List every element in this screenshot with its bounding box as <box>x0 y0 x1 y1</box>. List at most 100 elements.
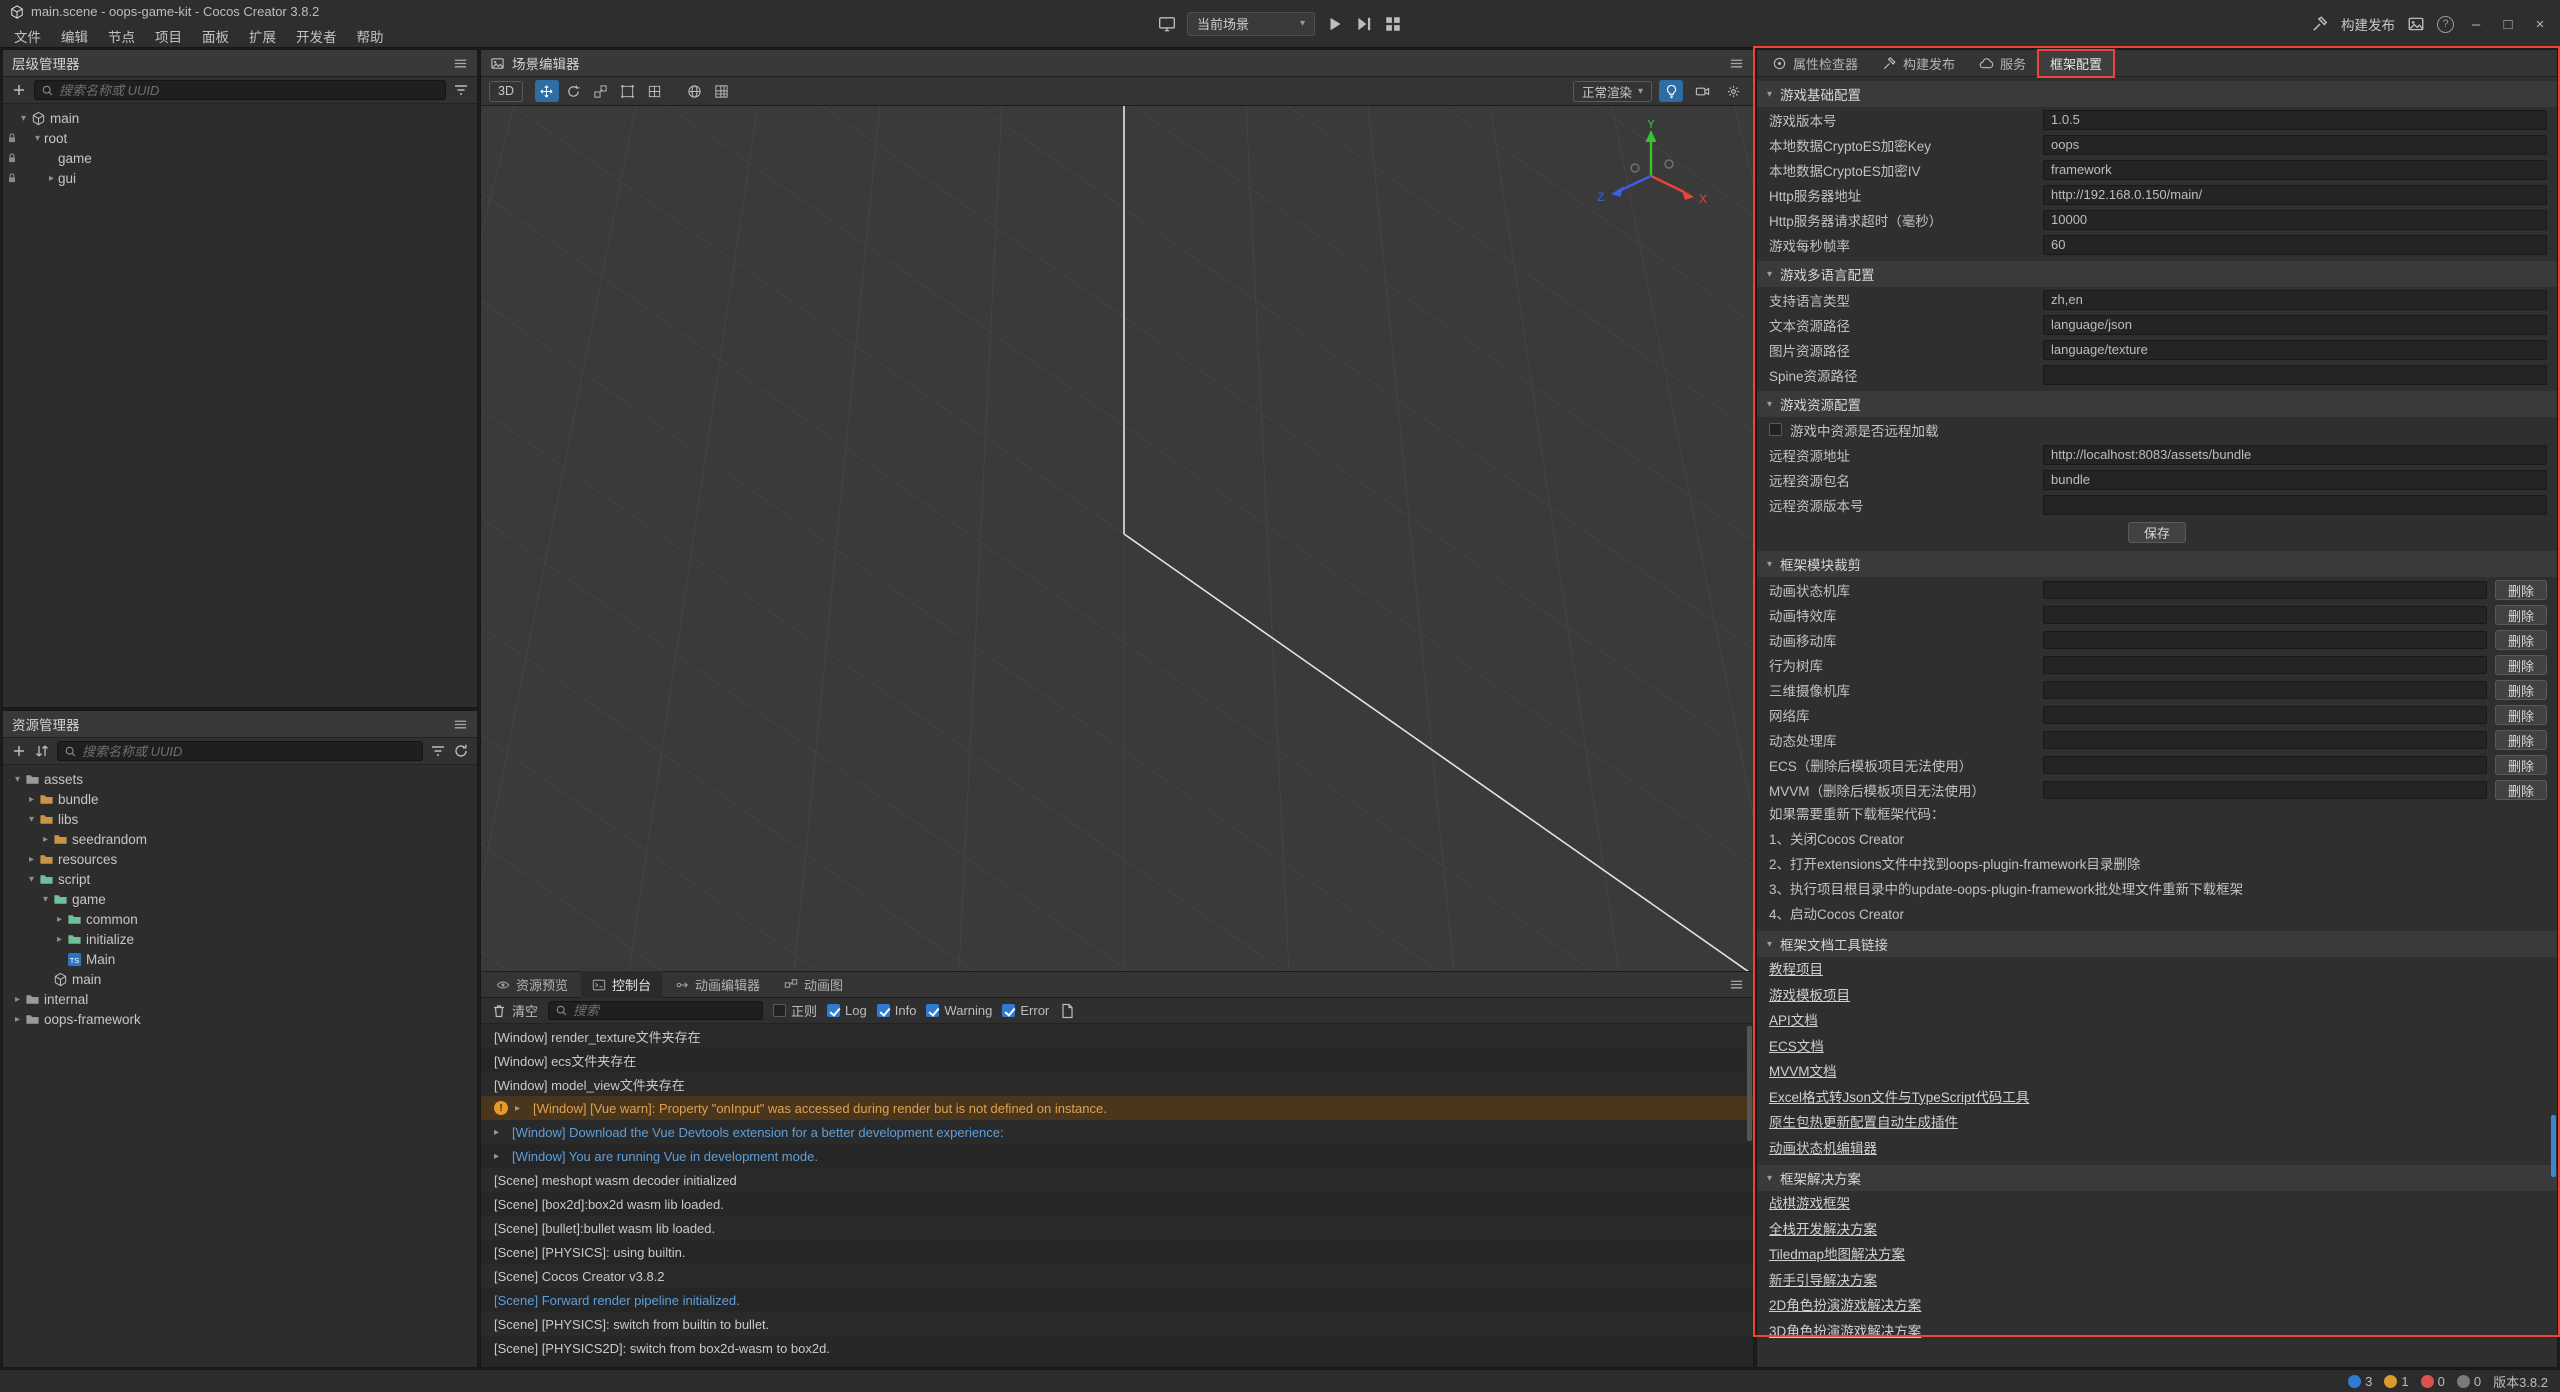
field-input-图片资源路径[interactable] <box>2043 340 2547 360</box>
menu-编辑[interactable]: 编辑 <box>51 26 98 46</box>
world-button[interactable] <box>683 80 707 102</box>
log-row[interactable]: [Scene] [PHYSICS]: switch from builtin t… <box>481 1312 1753 1336</box>
console-tab-资源预览[interactable]: 资源预览 <box>485 971 579 998</box>
log-row[interactable]: ▸[Window] Download the Vue Devtools exte… <box>481 1120 1753 1144</box>
tree-item-libs[interactable]: ▾libs <box>3 809 477 829</box>
clear-console-button[interactable]: 清空 <box>491 1001 538 1020</box>
log-row[interactable]: [Scene] [bullet]:bullet wasm lib loaded. <box>481 1216 1753 1240</box>
delete-button[interactable]: 删除 <box>2495 605 2547 625</box>
menu-帮助[interactable]: 帮助 <box>347 26 394 46</box>
menu-开发者[interactable]: 开发者 <box>286 26 347 46</box>
filter-Info[interactable]: Info <box>877 1003 917 1018</box>
log-row[interactable]: [Window] model_view文件夹存在 <box>481 1072 1753 1096</box>
refresh-icon[interactable] <box>453 743 469 759</box>
doc-link-游戏模板项目[interactable]: 游戏模板项目 <box>1757 983 2557 1009</box>
help-icon[interactable]: ? <box>2437 16 2454 33</box>
chevron-right-icon[interactable]: ▸ <box>11 1014 24 1025</box>
solution-link-战棋游戏框架[interactable]: 战棋游戏框架 <box>1757 1191 2557 1217</box>
render-mode-dropdown[interactable]: 正常渲染 ▾ <box>1573 81 1652 102</box>
tree-item-gui[interactable]: ▸gui <box>3 168 477 188</box>
menu-文件[interactable]: 文件 <box>4 26 51 46</box>
step-button[interactable] <box>1355 15 1373 33</box>
doc-link-原生包热更新配置自动生成插件[interactable]: 原生包热更新配置自动生成插件 <box>1757 1110 2557 1136</box>
chevron-right-icon[interactable]: ▸ <box>494 1127 505 1138</box>
chevron-right-icon[interactable]: ▸ <box>25 794 38 805</box>
chevron-down-icon[interactable]: ▾ <box>25 814 38 825</box>
log-row[interactable]: [Scene] Forward render pipeline initiali… <box>481 1288 1753 1312</box>
minimize-button[interactable]: – <box>2466 16 2486 33</box>
delete-button[interactable]: 删除 <box>2495 580 2547 600</box>
log-row[interactable]: [Scene] Cocos Creator v3.8.2 <box>481 1264 1753 1288</box>
menu-项目[interactable]: 项目 <box>145 26 192 46</box>
tree-item-internal[interactable]: ▸internal <box>3 989 477 1009</box>
tree-item-main[interactable]: main <box>3 969 477 989</box>
tree-item-game[interactable]: ▾game <box>3 889 477 909</box>
transform-tool-button[interactable] <box>643 80 667 102</box>
section-modules[interactable]: ▾框架模块裁剪 <box>1757 551 2557 577</box>
filter-icon[interactable] <box>430 743 446 759</box>
field-input-Http服务器地址[interactable] <box>2043 185 2547 205</box>
menu-面板[interactable]: 面板 <box>192 26 239 46</box>
console-tab-动画编辑器[interactable]: 动画编辑器 <box>664 971 771 998</box>
inspector-tab-框架配置[interactable]: 框架配置 <box>2039 50 2113 77</box>
camera-settings-button[interactable] <box>1690 80 1714 102</box>
field-input-Spine资源路径[interactable] <box>2043 365 2547 385</box>
lighting-toggle-button[interactable] <box>1659 80 1683 102</box>
build-publish-button[interactable]: 构建发布 <box>2341 14 2395 34</box>
chevron-down-icon[interactable]: ▾ <box>39 894 52 905</box>
console-search-input[interactable] <box>573 1003 756 1018</box>
panel-menu-icon[interactable] <box>453 717 468 732</box>
field-input-游戏版本号[interactable] <box>2043 110 2547 130</box>
chevron-right-icon[interactable]: ▸ <box>25 854 38 865</box>
filter-Error[interactable]: Error <box>1002 1003 1049 1018</box>
error-count-badge[interactable]: 0 <box>2421 1374 2445 1389</box>
log-row[interactable]: [Scene] [box2d]:box2d wasm lib loaded. <box>481 1192 1753 1216</box>
move-tool-button[interactable] <box>535 80 559 102</box>
doc-link-API文档[interactable]: API文档 <box>1757 1008 2557 1034</box>
orientation-gizmo[interactable]: Y X Z <box>1591 120 1711 220</box>
regex-filter-checkbox[interactable]: 正则 <box>773 1001 817 1020</box>
console-scrollbar-thumb[interactable] <box>1747 1026 1752 1141</box>
save-button[interactable]: 保存 <box>2128 522 2186 543</box>
layout-button[interactable] <box>1384 15 1402 33</box>
filter-Log[interactable]: Log <box>827 1003 867 1018</box>
hierarchy-search[interactable] <box>34 80 446 100</box>
add-asset-button[interactable] <box>11 743 27 759</box>
delete-button[interactable]: 删除 <box>2495 655 2547 675</box>
add-node-button[interactable] <box>11 82 27 98</box>
hierarchy-search-input[interactable] <box>59 83 439 98</box>
message-count-badge[interactable]: 0 <box>2457 1374 2481 1389</box>
tree-item-seedrandom[interactable]: ▸seedrandom <box>3 829 477 849</box>
inspector-scrollbar-thumb[interactable] <box>2551 1115 2556 1177</box>
delete-button[interactable]: 删除 <box>2495 780 2547 800</box>
field-input-远程资源包名[interactable] <box>2043 470 2547 490</box>
field-input-游戏每秒帧率[interactable] <box>2043 235 2547 255</box>
filter-Warning[interactable]: Warning <box>926 1003 992 1018</box>
field-input-本地数据CryptoES加密Key[interactable] <box>2043 135 2547 155</box>
remote-load-checkbox[interactable] <box>1769 423 1782 436</box>
delete-button[interactable]: 删除 <box>2495 680 2547 700</box>
field-input-远程资源版本号[interactable] <box>2043 495 2547 515</box>
menu-扩展[interactable]: 扩展 <box>239 26 286 46</box>
console-menu-icon[interactable] <box>1729 977 1744 992</box>
tree-item-assets[interactable]: ▾assets <box>3 769 477 789</box>
assets-search-input[interactable] <box>82 744 416 759</box>
export-log-icon[interactable] <box>1059 1003 1075 1019</box>
maximize-button[interactable]: □ <box>2498 16 2518 33</box>
section-solutions[interactable]: ▾框架解决方案 <box>1757 1165 2557 1191</box>
filter-icon[interactable] <box>453 82 469 98</box>
snap-button[interactable] <box>710 80 734 102</box>
scene-settings-button[interactable] <box>1721 80 1745 102</box>
section-resources[interactable]: ▾游戏资源配置 <box>1757 391 2557 417</box>
tree-item-Main[interactable]: TSMain <box>3 949 477 969</box>
field-input-支持语言类型[interactable] <box>2043 290 2547 310</box>
play-button[interactable] <box>1326 15 1344 33</box>
sort-icon[interactable] <box>34 743 50 759</box>
close-button[interactable]: × <box>2530 16 2550 33</box>
console-tab-控制台[interactable]: 控制台 <box>581 971 662 998</box>
solution-link-Tiledmap地图解决方案[interactable]: Tiledmap地图解决方案 <box>1757 1242 2557 1268</box>
warning-count-badge[interactable]: 1 <box>2384 1374 2408 1389</box>
inspector-tab-服务[interactable]: 服务 <box>1968 50 2037 77</box>
panel-menu-icon[interactable] <box>453 56 468 71</box>
tree-item-initialize[interactable]: ▸initialize <box>3 929 477 949</box>
